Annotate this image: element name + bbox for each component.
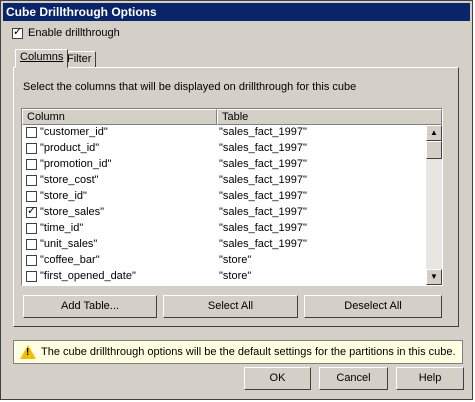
scroll-down-arrow-icon[interactable]: ▼ [426,269,442,285]
list-row[interactable]: "promotion_id" "sales_fact_1997" [22,157,426,173]
table-header-label: Table [222,111,249,123]
row-checkbox[interactable] [26,239,37,250]
deselect-all-button[interactable]: Deselect All [304,295,442,318]
tab-columns[interactable]: Columns [15,49,69,68]
scroll-thumb[interactable] [426,141,442,159]
add-table-button[interactable]: Add Table... [23,295,157,318]
help-label: Help [418,372,442,384]
list-row[interactable]: "store_id" "sales_fact_1997" [22,189,426,205]
ok-button[interactable]: OK [244,367,311,390]
row-checkbox[interactable] [26,143,37,154]
column-header-label: Column [27,111,65,123]
list-row[interactable]: "time_id" "sales_fact_1997" [22,221,426,237]
row-column: "promotion_id" [40,158,112,170]
tab-columns-label: Columns [20,51,64,63]
list-row[interactable]: "unit_sales" "sales_fact_1997" [22,237,426,253]
cancel-button[interactable]: Cancel [319,367,388,390]
row-table: "sales_fact_1997" [219,222,307,234]
row-table: "sales_fact_1997" [219,238,307,250]
list-row[interactable]: "customer_id" "sales_fact_1997" [22,125,426,141]
row-table: "sales_fact_1997" [219,174,307,186]
list-row[interactable]: "first_opened_date" "store" [22,269,426,285]
info-bar: ! The cube drillthrough options will be … [13,340,463,364]
warning-icon: ! [20,345,36,359]
dialog-window: Cube Drillthrough Options ✓ Enable drill… [0,0,473,400]
row-table: "store" [219,254,252,266]
row-checkbox[interactable] [26,127,37,138]
enable-drillthrough-label[interactable]: Enable drillthrough [28,27,120,39]
info-text: The cube drillthrough options will be th… [41,346,456,358]
table-header[interactable]: Table [217,109,442,125]
row-checkbox[interactable] [26,255,37,266]
vertical-scrollbar[interactable]: ▲ ▼ [426,125,442,285]
row-checkbox[interactable] [26,223,37,234]
deselect-all-label: Deselect All [344,300,402,312]
select-all-button[interactable]: Select All [163,295,298,318]
title-bar: Cube Drillthrough Options [3,3,470,21]
row-checkbox[interactable] [26,191,37,202]
row-table: "sales_fact_1997" [219,158,307,170]
row-table: "store" [219,270,252,282]
scroll-up-arrow-icon[interactable]: ▲ [426,125,442,141]
row-column: "unit_sales" [40,238,98,250]
row-column: "first_opened_date" [40,270,136,282]
columns-list: Column Table "customer_id" "sales_fact_19… [21,108,443,286]
row-column: "store_id" [40,190,87,202]
column-header[interactable]: Column [22,109,217,125]
checkmark-icon: ✓ [27,205,37,217]
row-column: "product_id" [40,142,100,154]
row-table: "sales_fact_1997" [219,126,307,138]
ok-label: OK [269,372,286,384]
row-column: "customer_id" [40,126,108,138]
select-all-label: Select All [207,300,254,312]
row-checkbox[interactable]: ✓ [26,205,37,218]
list-row[interactable]: ✓ "store_sales" "sales_fact_1997" [22,205,426,221]
list-row[interactable]: "store_cost" "sales_fact_1997" [22,173,426,189]
row-column: "time_id" [40,222,84,234]
row-table: "sales_fact_1997" [219,142,307,154]
row-table: "sales_fact_1997" [219,190,307,202]
row-column: "coffee_bar" [40,254,100,266]
row-table: "sales_fact_1997" [219,206,307,218]
help-button[interactable]: Help [396,367,464,390]
checkmark-icon: ✓ [13,26,23,38]
cancel-label: Cancel [336,372,371,384]
list-row[interactable]: "product_id" "sales_fact_1997" [22,141,426,157]
row-checkbox[interactable] [26,271,37,282]
window-title: Cube Drillthrough Options [6,5,157,19]
enable-drillthrough-checkbox[interactable]: ✓ [12,26,23,39]
row-checkbox[interactable] [26,175,37,186]
list-row[interactable]: "coffee_bar" "store" [22,253,426,269]
row-column: "store_cost" [40,174,99,186]
instructions-text: Select the columns that will be displaye… [23,81,357,93]
tab-filter-label: Filter [67,53,92,65]
add-table-label: Add Table... [61,300,119,312]
row-column: "store_sales" [40,206,105,218]
row-checkbox[interactable] [26,159,37,170]
